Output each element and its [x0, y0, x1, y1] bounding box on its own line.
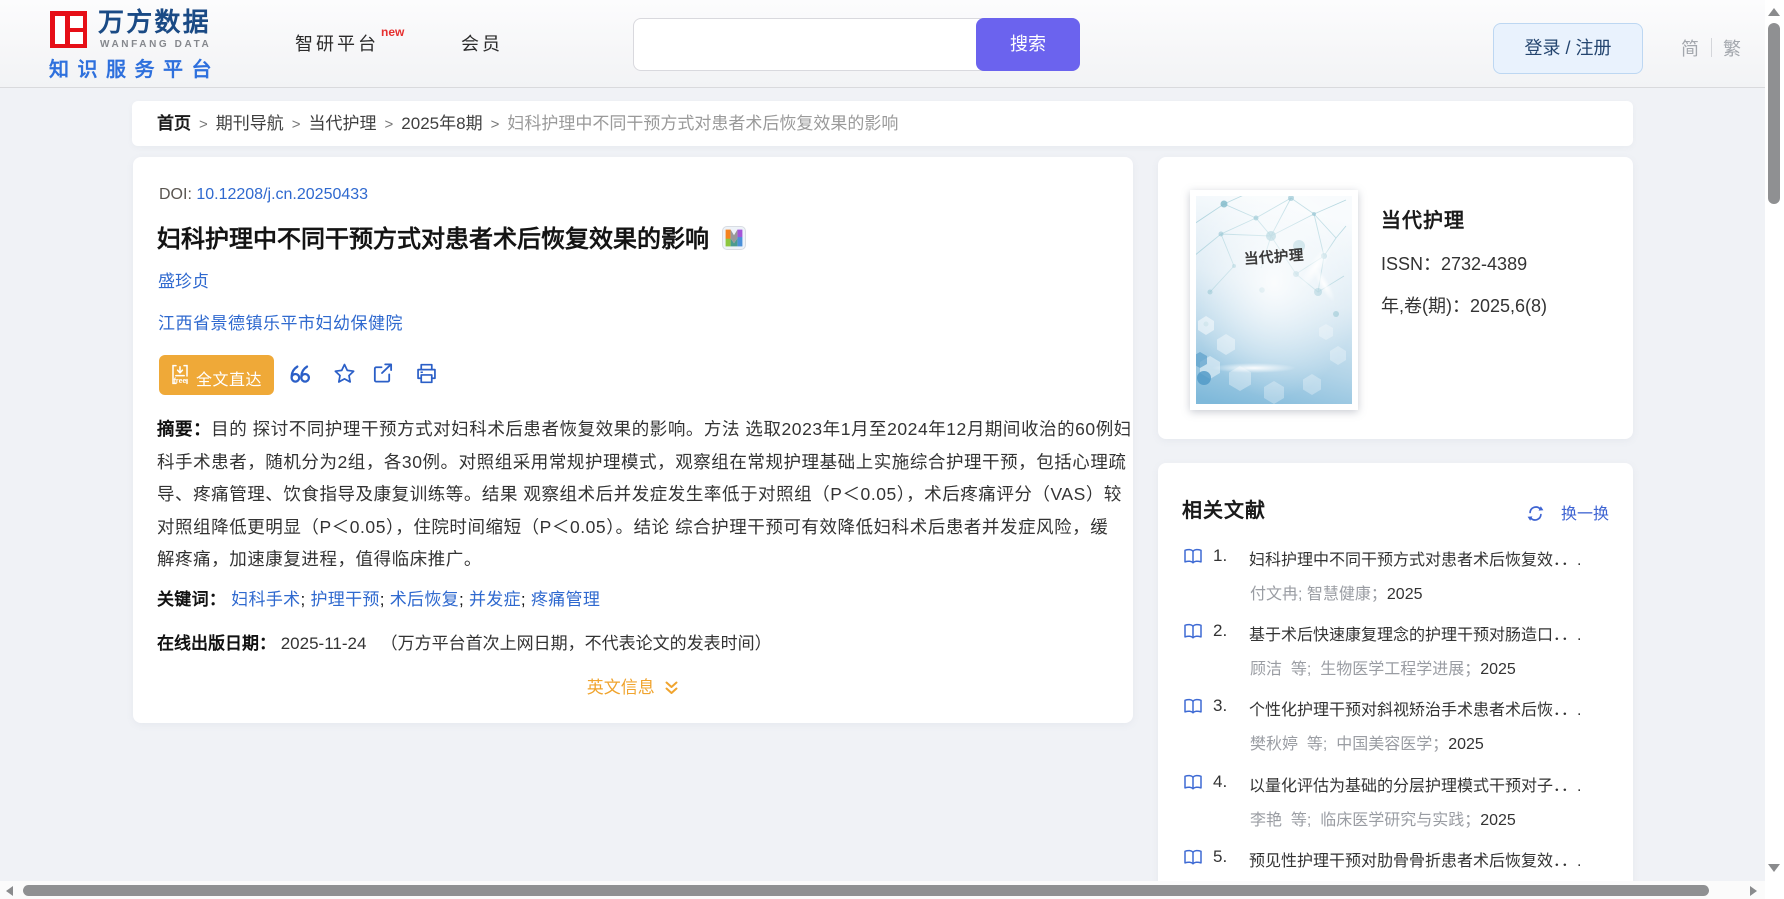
svg-text:free: free: [174, 378, 187, 385]
